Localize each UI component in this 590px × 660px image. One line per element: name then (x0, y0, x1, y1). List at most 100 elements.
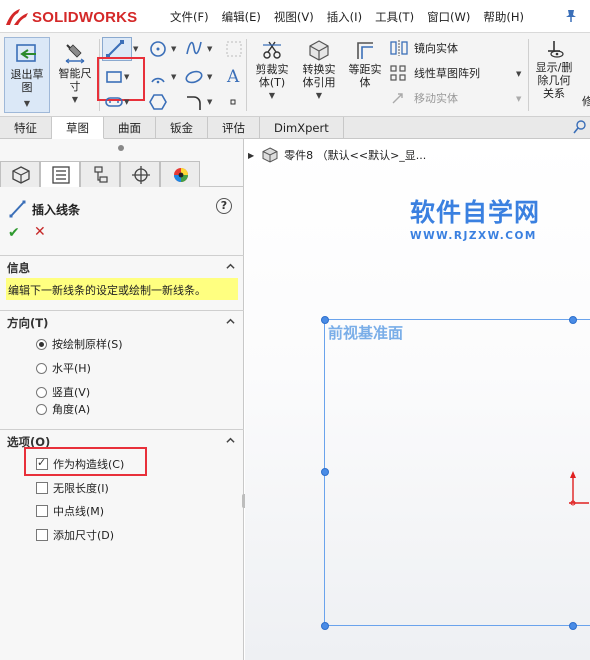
chevron-down-icon[interactable]: ▼ (124, 73, 129, 81)
part-name[interactable]: 零件8 （默认<<默认>_显... (284, 147, 426, 163)
cancel-button[interactable]: ✕ (34, 224, 46, 240)
text-icon[interactable]: A (224, 65, 244, 85)
checkbox-infinite-length[interactable]: 无限长度(I) (36, 480, 109, 496)
point-icon[interactable] (226, 95, 240, 109)
panel-grip[interactable] (118, 145, 124, 151)
chevron-down-icon[interactable]: ▼ (5, 97, 49, 110)
chevron-up-icon[interactable] (226, 436, 235, 445)
circle-icon[interactable] (148, 39, 168, 59)
line-icon (9, 200, 26, 218)
chevron-down-icon[interactable]: ▼ (207, 98, 212, 106)
radio-button[interactable] (36, 338, 47, 350)
plane-handle[interactable] (321, 468, 329, 476)
plane-handle[interactable] (321, 316, 329, 324)
checkbox[interactable] (36, 482, 48, 494)
radio-angle[interactable]: 角度(A) (36, 401, 90, 417)
checkbox[interactable] (36, 505, 48, 517)
menu-view[interactable]: 视图(V) (274, 9, 314, 25)
separator (246, 39, 247, 111)
menu-window[interactable]: 窗口(W) (427, 9, 470, 25)
radio-button[interactable] (36, 362, 47, 374)
chevron-down-icon[interactable]: ▼ (251, 89, 293, 102)
linear-sketch-pattern-label[interactable]: 线性草图阵列 (414, 67, 480, 80)
plane-handle[interactable] (321, 622, 329, 630)
expand-arrow-icon[interactable]: ▶ (248, 151, 254, 160)
checkbox-midpoint-line[interactable]: 中点线(M) (36, 503, 104, 519)
chevron-down-icon[interactable]: ▼ (133, 45, 138, 53)
plane-handle[interactable] (569, 316, 577, 324)
tab-sheet-metal[interactable]: 钣金 (156, 117, 208, 139)
tab-evaluate[interactable]: 评估 (208, 117, 260, 139)
slot-icon[interactable] (104, 92, 124, 112)
tab-dimxpert[interactable]: DimXpert (260, 117, 344, 139)
radio-label: 角度(A) (52, 403, 91, 416)
tab-sketch[interactable]: 草图 (52, 117, 104, 139)
arc-icon[interactable] (148, 67, 168, 87)
smart-dimension-button[interactable]: 智能尺 寸 ▼ (54, 39, 96, 106)
radio-as-sketched[interactable]: 按绘制原样(S) (36, 336, 123, 352)
fillet-icon[interactable] (184, 92, 204, 112)
plane-handle[interactable] (569, 622, 577, 630)
checkbox[interactable] (36, 529, 48, 541)
feature-manager-tab[interactable] (0, 161, 40, 187)
convert-entities-button[interactable]: 转换实 体引用 ▼ (296, 39, 342, 102)
ok-button[interactable]: ✔ (8, 225, 20, 241)
chevron-down-icon[interactable]: ▼ (516, 70, 521, 78)
property-manager-tab[interactable] (40, 161, 80, 187)
menu-bar: 文件(F) 编辑(E) 视图(V) 插入(I) 工具(T) 窗口(W) 帮助(H… (170, 0, 537, 33)
command-manager: 退出草 图 ▼ 智能尺 寸 ▼ ▼ ▼ ▼ ▼ ▼ ▼ A ▼ ▼ 剪裁实 体(… (0, 33, 590, 117)
logo-text: SOLIDWORKS (32, 8, 138, 26)
mirror-entities-label[interactable]: 镜向实体 (414, 42, 458, 55)
direction-section-header[interactable]: 方向(T) (0, 310, 244, 332)
exit-sketch-button[interactable]: 退出草 图 ▼ (4, 37, 50, 113)
feature-tree-flyout[interactable]: ▶ 零件8 （默认<<默认>_显... (248, 147, 426, 163)
chevron-up-icon[interactable] (226, 262, 235, 271)
display-delete-relations-button[interactable]: 显示/删 除几何 关系 (531, 39, 577, 100)
origin-icon[interactable] (565, 469, 589, 509)
chevron-down-icon[interactable]: ▼ (207, 73, 212, 81)
menu-insert[interactable]: 插入(I) (327, 9, 362, 25)
radio-horizontal[interactable]: 水平(H) (36, 360, 91, 376)
linear-pattern-icon[interactable] (390, 64, 408, 82)
display-delete-relations-label: 显示/删 除几何 关系 (535, 61, 573, 100)
rectangle-icon[interactable] (104, 67, 124, 87)
dimxpert-manager-tab[interactable] (120, 161, 160, 187)
svg-text:A: A (226, 67, 240, 85)
convert-entities-icon (309, 40, 329, 61)
front-plane[interactable] (324, 319, 590, 626)
chevron-down-icon[interactable]: ▼ (124, 98, 129, 106)
radio-label: 水平(H) (52, 362, 91, 375)
ellipse-icon[interactable] (184, 67, 204, 87)
radio-button[interactable] (36, 386, 47, 398)
chevron-down-icon[interactable]: ▼ (207, 45, 212, 53)
polygon-icon[interactable] (148, 92, 168, 112)
trim-entities-button[interactable]: 剪裁实 体(T) ▼ (251, 39, 293, 102)
menu-file[interactable]: 文件(F) (170, 9, 209, 25)
search-icon[interactable] (572, 117, 586, 137)
watermark-title: 软件自学网 (410, 198, 541, 227)
radio-vertical[interactable]: 竖直(V) (36, 384, 90, 400)
menu-edit[interactable]: 编辑(E) (222, 9, 261, 25)
tab-surfaces[interactable]: 曲面 (104, 117, 156, 139)
move-entities-label: 移动实体 (414, 92, 458, 105)
radio-button[interactable] (36, 403, 47, 415)
mirror-icon[interactable] (390, 39, 408, 57)
chevron-down-icon[interactable]: ▼ (171, 45, 176, 53)
menu-tools[interactable]: 工具(T) (375, 9, 414, 25)
overflow-label[interactable]: 修 (582, 95, 590, 108)
configuration-manager-tab[interactable] (80, 161, 120, 187)
chevron-down-icon[interactable]: ▼ (54, 93, 96, 106)
chevron-up-icon[interactable] (226, 317, 235, 326)
chevron-down-icon[interactable]: ▼ (296, 89, 342, 102)
offset-entities-button[interactable]: 等距实 体 (344, 39, 386, 89)
info-section-header[interactable]: 信息 (0, 255, 244, 277)
display-manager-tab[interactable] (160, 161, 200, 187)
chevron-down-icon[interactable]: ▼ (171, 73, 176, 81)
tab-features[interactable]: 特征 (0, 117, 52, 139)
spline-icon[interactable] (184, 38, 204, 58)
menu-help[interactable]: 帮助(H) (483, 9, 524, 25)
help-icon[interactable]: ? (216, 198, 232, 214)
checkbox-add-dimensions[interactable]: 添加尺寸(D) (36, 527, 114, 543)
graphics-area[interactable]: ▶ 零件8 （默认<<默认>_显... 软件自学网 WWW.RJZXW.COM … (245, 139, 590, 660)
pin-icon[interactable] (564, 9, 578, 23)
